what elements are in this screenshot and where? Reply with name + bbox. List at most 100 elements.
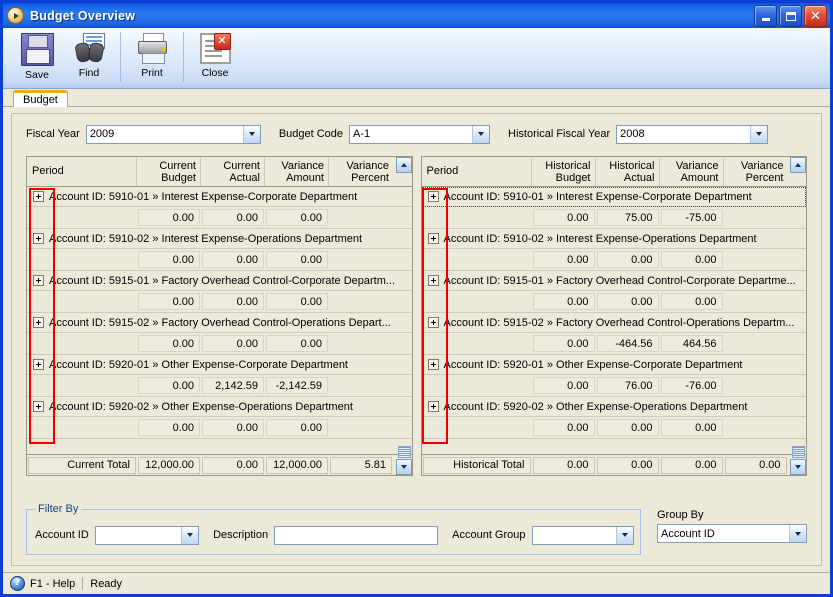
scroll-down-button[interactable] xyxy=(790,459,806,475)
value-cell[interactable]: 2,142.59 xyxy=(202,377,264,394)
value-cell[interactable] xyxy=(725,335,787,352)
group-by-select[interactable]: Account ID xyxy=(657,524,807,543)
table-row[interactable]: 0.00 75.00 -75.00 xyxy=(421,207,806,229)
value-cell[interactable] xyxy=(330,209,392,226)
col-current-actual[interactable]: Current Actual xyxy=(201,157,265,186)
close-button[interactable]: ✕ Close xyxy=(189,28,241,84)
value-cell[interactable] xyxy=(330,251,392,268)
col-variance-amount[interactable]: Variance Amount xyxy=(660,157,724,186)
col-variance-percent[interactable]: Variance Percent xyxy=(329,157,393,186)
chevron-down-icon[interactable] xyxy=(242,125,260,143)
expand-plus-icon[interactable] xyxy=(427,233,439,244)
value-cell[interactable]: 0.00 xyxy=(660,419,723,436)
account-group-select[interactable] xyxy=(531,525,635,545)
value-cell[interactable]: 0.00 xyxy=(596,293,659,310)
value-cell[interactable]: 0.00 xyxy=(266,419,328,436)
value-cell[interactable] xyxy=(725,419,787,436)
expand-plus-icon[interactable] xyxy=(427,359,439,370)
close-window-button[interactable]: ✕ xyxy=(804,5,827,27)
chevron-down-icon[interactable] xyxy=(472,125,490,143)
group-header-row[interactable]: Account ID: 5910-02 » Interest Expense-O… xyxy=(421,229,806,249)
historical-grid-body[interactable]: Account ID: 5910-01 » Interest Expense-C… xyxy=(421,187,806,454)
value-cell[interactable]: -464.56 xyxy=(596,335,659,352)
expand-plus-icon[interactable] xyxy=(427,191,439,202)
account-id-select[interactable] xyxy=(94,525,200,545)
value-cell[interactable]: -75.00 xyxy=(660,209,723,226)
value-cell[interactable]: 0.00 xyxy=(532,377,595,394)
value-cell[interactable]: 0.00 xyxy=(266,209,328,226)
value-cell[interactable]: 0.00 xyxy=(596,251,659,268)
chevron-down-icon[interactable] xyxy=(789,525,806,542)
table-row[interactable]: 0.00 0.00 0.00 xyxy=(421,291,806,313)
expand-plus-icon[interactable] xyxy=(33,275,44,286)
value-cell[interactable]: 0.00 xyxy=(660,251,723,268)
value-cell[interactable] xyxy=(725,251,787,268)
group-header-row[interactable]: Account ID: 5915-01 » Factory Overhead C… xyxy=(27,271,412,291)
value-cell[interactable]: 0.00 xyxy=(202,209,264,226)
table-row[interactable]: 0.00 76.00 -76.00 xyxy=(421,375,806,397)
value-cell[interactable]: 0.00 xyxy=(596,419,659,436)
table-row[interactable]: 0.00 0.00 0.00 xyxy=(27,333,412,355)
value-cell[interactable] xyxy=(725,293,787,310)
value-cell[interactable]: 0.00 xyxy=(202,335,264,352)
value-cell[interactable]: 0.00 xyxy=(138,209,200,226)
group-header-row[interactable]: Account ID: 5915-01 » Factory Overhead C… xyxy=(421,271,806,291)
group-header-row[interactable]: Account ID: 5920-01 » Other Expense-Corp… xyxy=(27,355,412,375)
table-row[interactable]: 0.00 0.00 0.00 xyxy=(27,207,412,229)
col-period[interactable]: Period xyxy=(27,157,137,186)
value-cell[interactable]: 0.00 xyxy=(532,335,595,352)
value-cell[interactable]: -76.00 xyxy=(660,377,723,394)
table-row[interactable]: 0.00 -464.56 464.56 xyxy=(421,333,806,355)
value-cell[interactable]: 76.00 xyxy=(596,377,659,394)
chevron-down-icon[interactable] xyxy=(181,526,199,544)
scroll-down-button[interactable] xyxy=(395,459,412,475)
table-row[interactable]: 0.00 0.00 0.00 xyxy=(421,417,806,439)
maximize-button[interactable] xyxy=(779,5,802,27)
value-cell[interactable]: 0.00 xyxy=(532,209,595,226)
value-cell[interactable]: 75.00 xyxy=(596,209,659,226)
expand-plus-icon[interactable] xyxy=(33,233,44,244)
chevron-down-icon[interactable] xyxy=(750,125,768,143)
value-cell[interactable]: 0.00 xyxy=(138,377,200,394)
expand-plus-icon[interactable] xyxy=(33,359,44,370)
value-cell[interactable]: 0.00 xyxy=(660,293,723,310)
value-cell[interactable] xyxy=(330,419,392,436)
value-cell[interactable]: 464.56 xyxy=(660,335,723,352)
expand-plus-icon[interactable] xyxy=(33,401,44,412)
value-cell[interactable] xyxy=(330,335,392,352)
expand-plus-icon[interactable] xyxy=(33,317,44,328)
group-header-row[interactable]: Account ID: 5910-01 » Interest Expense-C… xyxy=(421,187,806,207)
expand-plus-icon[interactable] xyxy=(427,275,439,286)
print-button[interactable]: Print xyxy=(126,28,178,84)
description-input[interactable] xyxy=(274,525,439,545)
minimize-button[interactable] xyxy=(754,5,777,27)
tab-budget[interactable]: Budget xyxy=(13,90,68,107)
help-hint[interactable]: F1 - Help xyxy=(30,578,75,590)
value-cell[interactable]: 0.00 xyxy=(266,293,328,310)
value-cell[interactable]: 0.00 xyxy=(202,419,264,436)
find-button[interactable]: Find xyxy=(63,28,115,84)
table-row[interactable]: 0.00 0.00 0.00 xyxy=(27,291,412,313)
group-header-row[interactable]: Account ID: 5910-02 » Interest Expense-O… xyxy=(27,229,412,249)
current-budget-grid[interactable]: Period Current Budget Current Actual Var… xyxy=(26,156,413,476)
group-header-row[interactable]: Account ID: 5920-01 » Other Expense-Corp… xyxy=(421,355,806,375)
value-cell[interactable] xyxy=(725,209,787,226)
value-cell[interactable]: 0.00 xyxy=(202,293,264,310)
value-cell[interactable] xyxy=(330,293,392,310)
help-question-icon[interactable]: ? xyxy=(10,576,25,591)
expand-plus-icon[interactable] xyxy=(427,401,439,412)
group-header-row[interactable]: Account ID: 5910-01 » Interest Expense-C… xyxy=(27,187,412,207)
value-cell[interactable]: 0.00 xyxy=(266,251,328,268)
current-grid-body[interactable]: Account ID: 5910-01 » Interest Expense-C… xyxy=(27,187,412,454)
col-period[interactable]: Period xyxy=(422,157,532,186)
expand-plus-icon[interactable] xyxy=(427,317,439,328)
budget-code-select[interactable]: A-1 xyxy=(349,124,491,144)
value-cell[interactable]: 0.00 xyxy=(532,419,595,436)
table-row[interactable]: 0.00 0.00 0.00 xyxy=(421,249,806,271)
scroll-up-button[interactable] xyxy=(395,157,412,173)
value-cell[interactable]: 0.00 xyxy=(202,251,264,268)
value-cell[interactable] xyxy=(725,377,787,394)
value-cell[interactable]: 0.00 xyxy=(138,293,200,310)
value-cell[interactable]: 0.00 xyxy=(138,251,200,268)
group-header-row[interactable]: Account ID: 5920-02 » Other Expense-Oper… xyxy=(27,397,412,417)
